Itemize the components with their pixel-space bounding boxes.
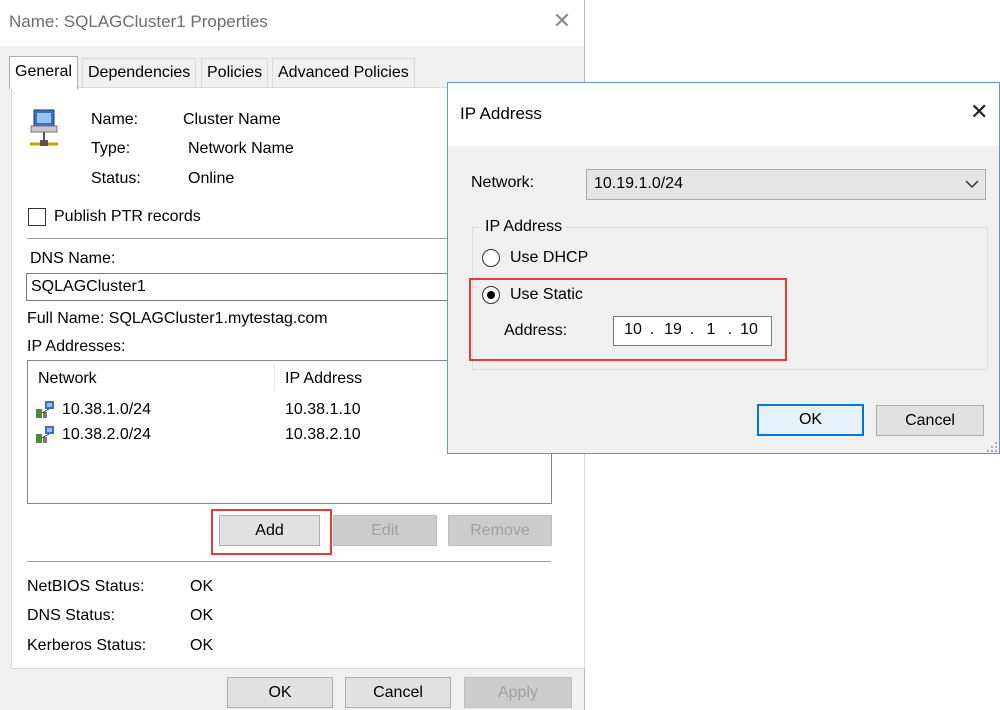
tab-general[interactable]: General (9, 56, 78, 89)
ok-button[interactable]: OK (227, 677, 333, 708)
name-value: Cluster Name (183, 111, 281, 128)
full-name-text: Full Name: SQLAGCluster1.mytestag.com (27, 310, 328, 327)
window-title: Name: SQLAGCluster1 Properties (9, 12, 268, 31)
apply-button[interactable]: Apply (464, 677, 572, 708)
name-label: Name: (91, 111, 139, 128)
type-label: Type: (91, 140, 131, 157)
kerberos-status-label: Kerberos Status: (27, 637, 147, 654)
groupbox-label: IP Address (481, 217, 567, 237)
row-network: 10.38.1.0/24 (62, 401, 151, 418)
use-dhcp-radio[interactable] (482, 249, 500, 267)
use-dhcp-label: Use DHCP (510, 249, 589, 266)
dns-status-label: DNS Status: (27, 607, 116, 624)
close-icon[interactable]: ✕ (970, 101, 988, 123)
tab-policies[interactable]: Policies (201, 58, 269, 87)
network-dropdown-value: 10.19.1.0/24 (594, 175, 683, 192)
row-ip-address: 10.38.2.10 (285, 426, 361, 443)
network-dropdown[interactable]: 10.19.1.0/24 (586, 169, 986, 200)
netbios-status-value: OK (190, 578, 214, 595)
dialog-title: IP Address (460, 104, 542, 123)
column-header-ip-address[interactable]: IP Address (285, 369, 362, 389)
column-header-network[interactable]: Network (38, 369, 97, 389)
edit-button[interactable]: Edit (333, 515, 437, 546)
dns-status-value: OK (190, 607, 214, 624)
tab-dependencies[interactable]: Dependencies (82, 58, 197, 87)
dns-name-label: DNS Name: (30, 250, 116, 267)
status-value: Online (188, 170, 235, 187)
divider (27, 561, 551, 562)
publish-ptr-checkbox[interactable] (28, 208, 46, 226)
add-button-highlight (211, 509, 332, 555)
remove-button[interactable]: Remove (448, 515, 552, 546)
network-icon (36, 401, 54, 418)
type-value: Network Name (188, 140, 294, 157)
cancel-button[interactable]: Cancel (876, 405, 984, 436)
row-ip-address: 10.38.1.10 (285, 401, 361, 418)
netbios-status-label: NetBIOS Status: (27, 578, 145, 595)
resize-grip-icon[interactable] (986, 440, 998, 452)
tab-advanced-policies[interactable]: Advanced Policies (272, 58, 415, 87)
kerberos-status-value: OK (190, 637, 214, 654)
cancel-button[interactable]: Cancel (345, 677, 451, 708)
network-label: Network: (471, 174, 535, 191)
ip-address-dialog: IP Address ✕ Network: 10.19.1.0/24 IP Ad… (447, 82, 1000, 454)
chevron-down-icon (965, 180, 979, 189)
ok-button[interactable]: OK (757, 404, 864, 436)
publish-ptr-label: Publish PTR records (54, 208, 201, 225)
status-label: Status: (91, 170, 141, 187)
column-divider[interactable] (274, 365, 275, 391)
network-icon (36, 426, 54, 443)
static-address-highlight (469, 278, 787, 361)
ip-addresses-label: IP Addresses: (27, 338, 126, 355)
cluster-name-icon (30, 109, 58, 146)
close-icon[interactable]: ✕ (549, 8, 575, 34)
row-network: 10.38.2.0/24 (62, 426, 151, 443)
